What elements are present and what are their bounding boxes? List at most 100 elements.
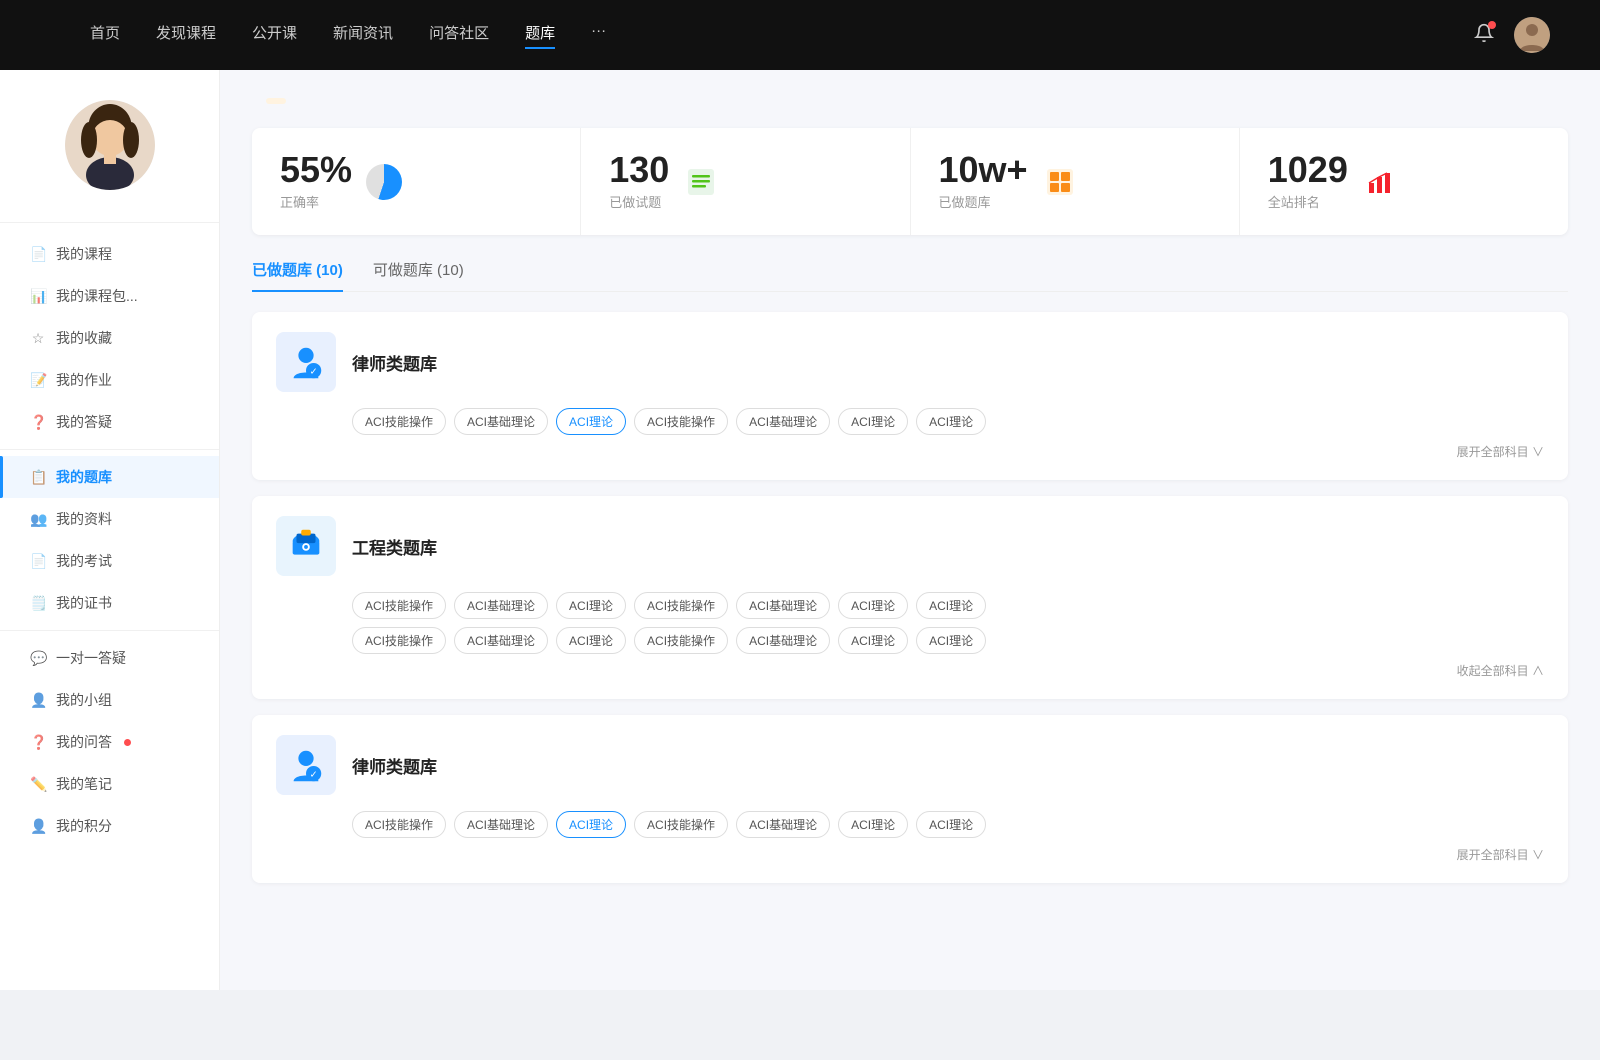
stat-number: 130 <box>609 152 669 188</box>
list-icon <box>683 164 719 200</box>
sidebar-icon: 📄 <box>30 246 46 263</box>
bank-tag[interactable]: ACI理论 <box>838 811 908 838</box>
sidebar-item-我的题库[interactable]: 📋 我的题库 <box>0 456 219 498</box>
sidebar-icon: 👤 <box>30 818 46 835</box>
stat-label: 正确率 <box>280 192 352 211</box>
sidebar-item-我的作业[interactable]: 📝 我的作业 <box>0 359 219 401</box>
sidebar-item-我的考试[interactable]: 📄 我的考试 <box>0 540 219 582</box>
sidebar-item-我的课程[interactable]: 📄 我的课程 <box>0 233 219 275</box>
bank-tags-row-1: ACI技能操作 ACI基础理论 ACI理论 ACI技能操作 ACI基础理论 ACI理论 AC… <box>276 408 1544 435</box>
bank-tag[interactable]: ACI技能操作 <box>634 592 728 619</box>
bank-name: 工程类题库 <box>352 534 437 559</box>
sidebar-item-我的课程包...[interactable]: 📊 我的课程包... <box>0 275 219 317</box>
bank-tag[interactable]: ACI基础理论 <box>454 592 548 619</box>
sidebar-icon: 📄 <box>30 553 46 570</box>
sidebar-item-label: 我的课程包... <box>56 286 138 306</box>
nav-link[interactable]: 发现课程 <box>156 22 216 49</box>
bank-tag[interactable]: ACI基础理论 <box>454 811 548 838</box>
bank-tag[interactable]: ACI理论 <box>916 592 986 619</box>
bank-tag[interactable]: ACI基础理论 <box>736 408 830 435</box>
bell-button[interactable] <box>1474 23 1494 48</box>
bank-expand-button[interactable]: 展开全部科目 ∨ <box>276 443 1544 460</box>
bank-expand-button[interactable]: 收起全部科目 ∧ <box>276 662 1544 679</box>
bank-tag[interactable]: ACI技能操作 <box>352 408 446 435</box>
sidebar-item-label: 我的问答 <box>56 732 112 752</box>
bank-card-header: ✓ 律师类题库 <box>276 332 1544 392</box>
sidebar-item-我的资料[interactable]: 👥 我的资料 <box>0 498 219 540</box>
bank-tag[interactable]: ACI理论 <box>556 811 626 838</box>
bank-tag[interactable]: ACI技能操作 <box>352 627 446 654</box>
bank-tags-row-2: ACI技能操作 ACI基础理论 ACI理论 ACI技能操作 ACI基础理论 ACI理论 AC… <box>276 627 1544 654</box>
bank-tag[interactable]: ACI理论 <box>916 627 986 654</box>
nav-link[interactable]: ··· <box>591 22 606 49</box>
bank-card-header: 工程类题库 <box>276 516 1544 576</box>
sidebar-icon: 📊 <box>30 288 46 305</box>
sidebar-item-我的小组[interactable]: 👤 我的小组 <box>0 679 219 721</box>
nav-link[interactable]: 新闻资讯 <box>333 22 393 49</box>
stat-item-2: 10w+ 已做题库 <box>911 128 1240 235</box>
sidebar-icon: 💬 <box>30 650 46 667</box>
sidebar-item-我的积分[interactable]: 👤 我的积分 <box>0 805 219 847</box>
sidebar-item-label: 我的课程 <box>56 244 112 264</box>
sidebar-item-我的收藏[interactable]: ☆ 我的收藏 <box>0 317 219 359</box>
bank-tag[interactable]: ACI理论 <box>838 627 908 654</box>
bank-tag[interactable]: ACI理论 <box>916 811 986 838</box>
sidebar-icon: ❓ <box>30 414 46 431</box>
nav-link[interactable]: 首页 <box>90 22 120 49</box>
bank-expand-button[interactable]: 展开全部科目 ∨ <box>276 846 1544 863</box>
sidebar-item-label: 我的笔记 <box>56 774 112 794</box>
user-avatar[interactable] <box>1514 17 1550 53</box>
sidebar-item-我的证书[interactable]: 🗒️ 我的证书 <box>0 582 219 624</box>
bank-tag[interactable]: ACI理论 <box>556 592 626 619</box>
bank-card-律师类题库: ✓ 律师类题库 ACI技能操作 ACI基础理论 ACI理论 ACI技能操作 ACI基础理… <box>252 312 1568 480</box>
stat-item-1: 130 已做试题 <box>581 128 910 235</box>
stat-text: 130 已做试题 <box>609 152 669 211</box>
sidebar-menu: 📄 我的课程 📊 我的课程包... ☆ 我的收藏 📝 我的作业 ❓ 我的答疑 📋… <box>0 233 219 847</box>
svg-text:✓: ✓ <box>310 366 318 377</box>
bank-cards-container: ✓ 律师类题库 ACI技能操作 ACI基础理论 ACI理论 ACI技能操作 ACI基础理… <box>252 312 1568 883</box>
bank-tag[interactable]: ACI技能操作 <box>634 811 728 838</box>
bank-tags-row-1: ACI技能操作 ACI基础理论 ACI理论 ACI技能操作 ACI基础理论 ACI理论 AC… <box>276 592 1544 619</box>
nav-link[interactable]: 题库 <box>525 22 555 49</box>
nav-link[interactable]: 公开课 <box>252 22 297 49</box>
bank-tag[interactable]: ACI技能操作 <box>352 811 446 838</box>
sidebar-icon: ✏️ <box>30 776 46 793</box>
sidebar-item-我的问答[interactable]: ❓ 我的问答 <box>0 721 219 763</box>
bank-tag[interactable]: ACI技能操作 <box>634 627 728 654</box>
tab-可做题库 (10)[interactable]: 可做题库 (10) <box>373 259 464 292</box>
bank-tag[interactable]: ACI基础理论 <box>736 811 830 838</box>
nav-link[interactable]: 问答社区 <box>429 22 489 49</box>
bank-tag[interactable]: ACI基础理论 <box>454 627 548 654</box>
sidebar-profile <box>0 100 219 223</box>
sidebar-item-我的答疑[interactable]: ❓ 我的答疑 <box>0 401 219 443</box>
sidebar-item-label: 我的作业 <box>56 370 112 390</box>
stat-label: 已做试题 <box>609 192 669 211</box>
bank-tag[interactable]: ACI基础理论 <box>454 408 548 435</box>
bank-tag[interactable]: ACI理论 <box>916 408 986 435</box>
bank-tag[interactable]: ACI基础理论 <box>736 627 830 654</box>
page-header <box>252 98 1568 104</box>
sidebar: 📄 我的课程 📊 我的课程包... ☆ 我的收藏 📝 我的作业 ❓ 我的答疑 📋… <box>0 70 220 990</box>
bank-tag[interactable]: ACI技能操作 <box>352 592 446 619</box>
bank-tag[interactable]: ACI理论 <box>838 408 908 435</box>
sidebar-item-我的笔记[interactable]: ✏️ 我的笔记 <box>0 763 219 805</box>
bank-tag[interactable]: ACI理论 <box>556 408 626 435</box>
bank-name: 律师类题库 <box>352 350 437 375</box>
trial-badge <box>266 98 286 104</box>
stat-number: 55% <box>280 152 352 188</box>
tab-已做题库 (10)[interactable]: 已做题库 (10) <box>252 259 343 292</box>
bank-name: 律师类题库 <box>352 753 437 778</box>
bank-tag[interactable]: ACI基础理论 <box>736 592 830 619</box>
bank-tag[interactable]: ACI技能操作 <box>634 408 728 435</box>
sidebar-icon: 👥 <box>30 511 46 528</box>
bank-tag[interactable]: ACI理论 <box>556 627 626 654</box>
stats-row: 55% 正确率 130 已做试题 10w+ 已做题库 <box>252 128 1568 235</box>
nav-links: 首页 发现课程 公开课 新闻资讯 问答社区 题库 ··· <box>90 22 1454 49</box>
sidebar-item-label: 我的题库 <box>56 467 112 487</box>
sidebar-icon: 👤 <box>30 692 46 709</box>
bell-dot <box>1488 21 1496 29</box>
stat-label: 已做题库 <box>939 192 1028 211</box>
bank-tag[interactable]: ACI理论 <box>838 592 908 619</box>
sidebar-icon: 📋 <box>30 469 46 486</box>
sidebar-item-一对一答疑[interactable]: 💬 一对一答疑 <box>0 637 219 679</box>
